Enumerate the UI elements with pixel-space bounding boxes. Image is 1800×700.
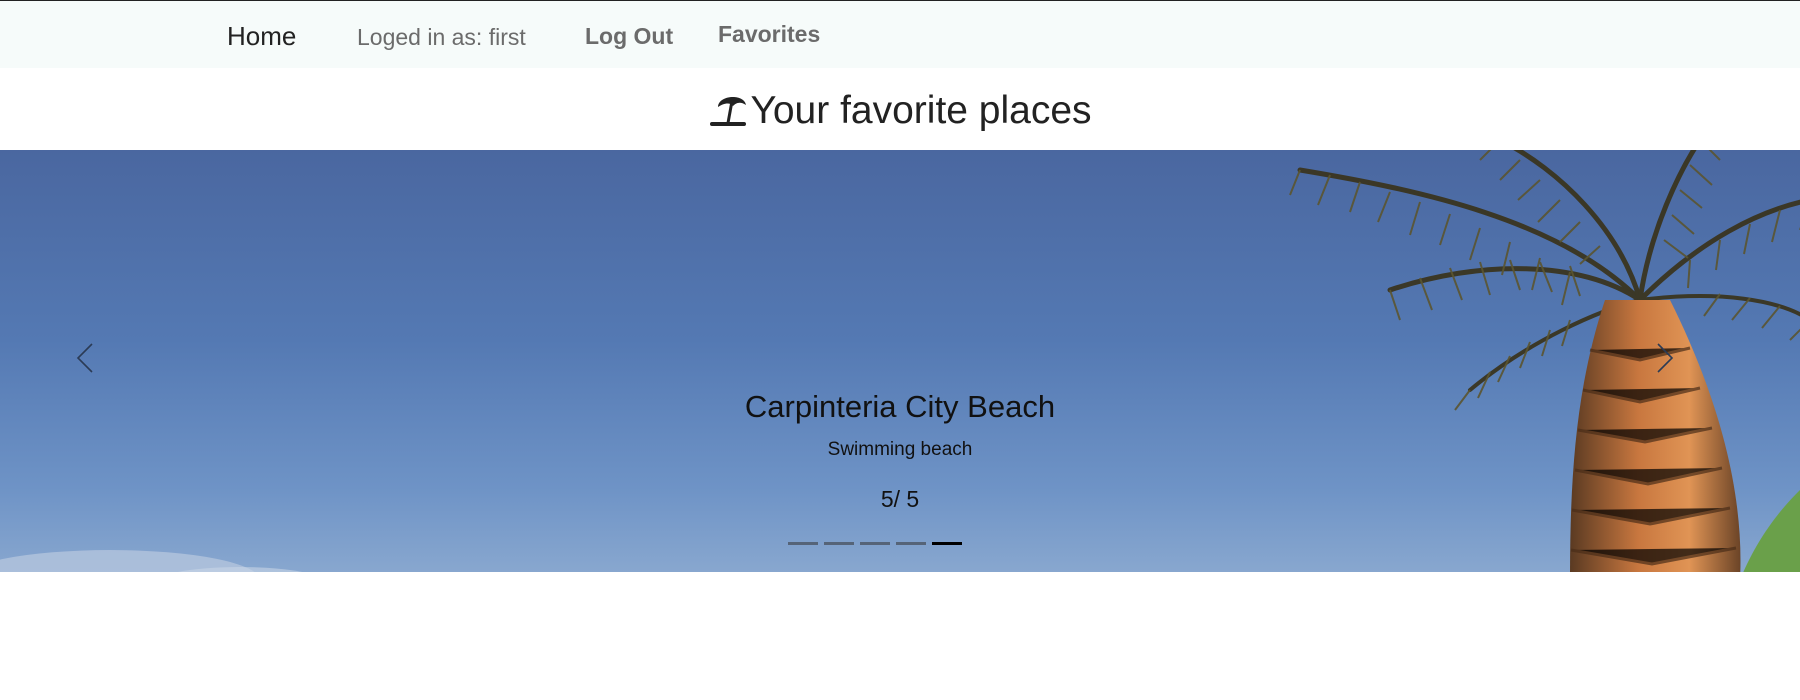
carousel-indicator-1[interactable] bbox=[788, 542, 818, 545]
slide-title: Carpinteria City Beach bbox=[744, 389, 1056, 424]
carousel-next-button[interactable] bbox=[1644, 338, 1684, 378]
logout-link[interactable]: Log Out bbox=[585, 21, 673, 51]
slide-counter: 5/ 5 bbox=[880, 486, 920, 512]
chevron-left-icon bbox=[76, 343, 93, 373]
favorites-link[interactable]: Favorites bbox=[718, 19, 820, 49]
carousel-prev-button[interactable] bbox=[66, 338, 106, 378]
navbar: Home Loged in as: first Log Out Favorite… bbox=[0, 0, 1800, 68]
carousel-indicator-5[interactable] bbox=[932, 542, 962, 545]
places-carousel: Carpinteria City Beach Swimming beach 5/… bbox=[0, 150, 1800, 572]
chevron-right-icon bbox=[1657, 343, 1674, 373]
nav-home-link[interactable]: Home bbox=[227, 20, 296, 52]
beach-umbrella-icon bbox=[710, 96, 747, 126]
logged-in-status: Loged in as: first bbox=[357, 24, 526, 50]
carousel-indicator-2[interactable] bbox=[824, 542, 854, 545]
page-title-text: Your favorite places bbox=[750, 89, 1092, 132]
slide-subtitle: Swimming beach bbox=[827, 439, 973, 460]
carousel-indicator-4[interactable] bbox=[896, 542, 926, 545]
page-title: Your favorite places bbox=[0, 86, 1800, 136]
carousel-indicator-3[interactable] bbox=[860, 542, 890, 545]
carousel-indicators bbox=[788, 542, 962, 552]
